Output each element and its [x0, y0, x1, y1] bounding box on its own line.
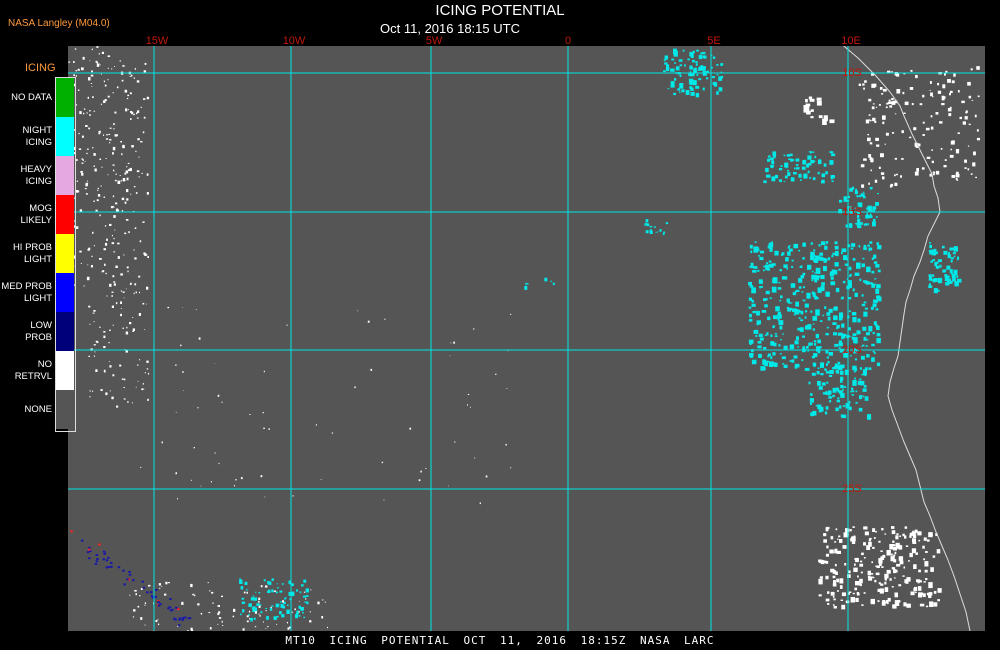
- lat-label-20s: 20S: [842, 344, 862, 356]
- legend-item-label: LOW PROB: [25, 319, 52, 343]
- legend-item-label: NONE: [24, 403, 52, 415]
- lon-label-5e: 5E: [707, 35, 721, 47]
- lon-label-0: 0: [564, 35, 572, 47]
- lon-label-10e: 10E: [841, 35, 861, 47]
- lon-label-15w: 15W: [145, 35, 169, 47]
- map-timestamp: Oct 11, 2016 18:15 UTC: [380, 21, 520, 36]
- legend-item-label: HI PROB LIGHT: [12, 241, 52, 265]
- legend-item-label: NO DATA: [11, 91, 52, 103]
- footer-caption: MT10 ICING POTENTIAL OCT 11, 2016 18:15Z…: [285, 634, 715, 647]
- lat-label-25s: 25S: [842, 483, 862, 495]
- lat-label-10s: 10S: [842, 67, 862, 79]
- lon-label-5w: 5W: [425, 35, 443, 47]
- lat-label-15s: 15S: [842, 206, 862, 218]
- legend-title: ICING: [25, 62, 56, 74]
- lon-label-10w: 10W: [282, 35, 306, 47]
- legend-item-label: NIGHT ICING: [22, 124, 52, 148]
- legend-item-label: NO RETRVL: [14, 358, 52, 382]
- legend-item-label: HEAVY ICING: [20, 163, 52, 187]
- legend-item-label: MED PROB LIGHT: [1, 280, 52, 304]
- icing-map: [68, 46, 985, 631]
- legend-frame: [55, 77, 76, 432]
- coastline: [843, 46, 971, 631]
- map-title: ICING POTENTIAL: [435, 2, 565, 19]
- legend-item-label: MOG LIKELY: [20, 202, 52, 226]
